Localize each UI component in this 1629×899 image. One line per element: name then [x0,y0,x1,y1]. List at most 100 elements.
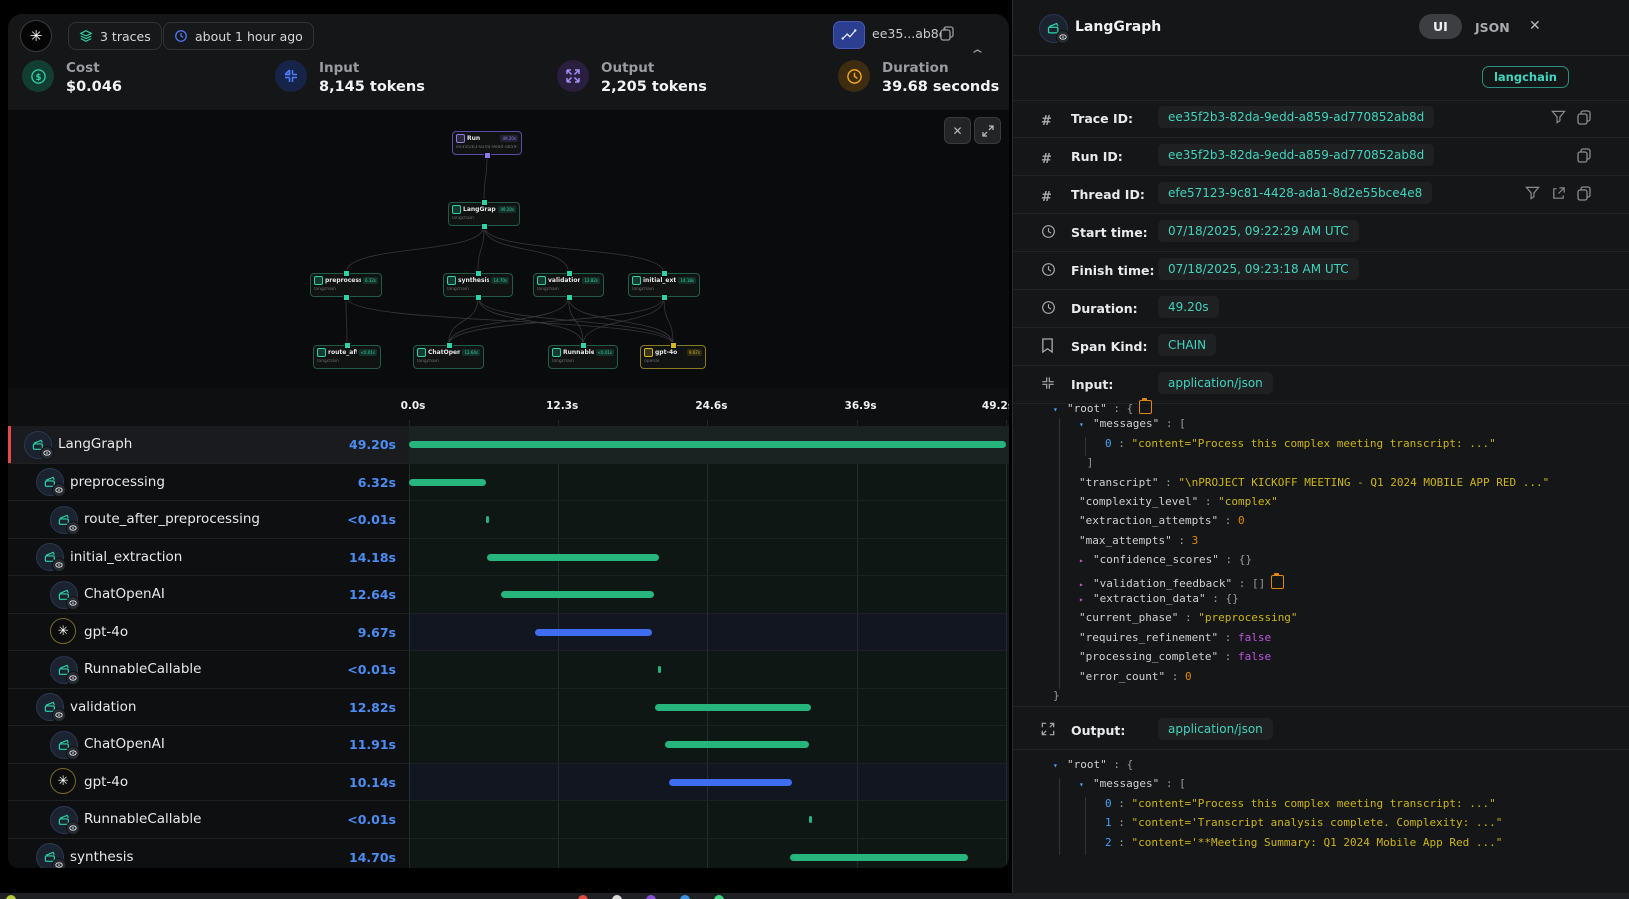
duration-bar [486,516,489,523]
taskbar-app-icon[interactable] [680,895,690,899]
node-duration-badge: 14.18s [678,277,696,284]
field-label: Thread ID: [1071,187,1145,202]
field-value[interactable]: 07/18/2025, 09:22:29 AM UTC [1158,220,1359,242]
field-row-spankind: Span Kind:CHAIN [1013,328,1629,366]
json-line: "current_phase" : "preprocessing" [1079,611,1298,624]
field-value[interactable]: application/json [1158,718,1273,740]
graph-expand-button[interactable] [974,117,1001,144]
timeline-row[interactable]: LangGraph49.20s [8,426,1009,464]
taskbar-app-icon[interactable] [578,895,588,899]
node-name: ChatOpenAI [428,349,460,356]
node-duration-badge: 9.67s [687,349,702,356]
field-value[interactable]: application/json [1158,372,1273,394]
expand-arrow-icon[interactable]: ▸ [1079,595,1093,604]
copy-icon[interactable] [1577,186,1591,201]
json-line: "requires_refinement" : false [1079,631,1271,644]
copy-icon[interactable] [1577,148,1591,163]
taskbar-app-icon[interactable] [6,895,16,899]
json-line: "processing_complete" : false [1079,650,1271,663]
row-name: preprocessing [70,474,165,490]
expand-arrow-icon[interactable]: ▸ [1079,556,1093,565]
langchain-icon [36,693,64,721]
trace-header-card: ✳ 3 traces about 1 hour ago ee35...ab8d … [8,14,1009,110]
taskbar-app-icon[interactable] [714,895,724,899]
metric-value: 39.68 seconds [882,79,999,95]
axis-tick-label: 12.3s [542,400,582,412]
clock-icon [1041,262,1056,277]
node-duration-badge: 49.20s [498,206,516,213]
timeline-row[interactable]: ✳gpt-4o9.67s [8,614,1009,652]
duration-bar [487,554,659,561]
tab-json[interactable]: JSON [1475,20,1510,35]
collapse-chevron-icon[interactable]: ⌃ [969,48,986,63]
langchain-icon [36,468,64,496]
row-name: synthesis [70,849,134,865]
langchain-icon [50,656,78,684]
row-duration: 12.64s [314,587,396,602]
json-line: ▾"root" : { [1053,758,1133,771]
timeline-row[interactable]: initial_extraction14.18s [8,539,1009,577]
timeline-row[interactable]: preprocessing 6.32s [8,464,1009,502]
field-value[interactable]: ee35f2b3-82da-9edd-a859-ad770852ab8d [1158,106,1434,128]
graph-close-button[interactable]: ✕ [944,117,971,144]
json-line: "error_count" : 0 [1079,670,1192,683]
timeline-row[interactable]: validation12.82s [8,689,1009,727]
collapse-arrow-icon[interactable]: ▾ [1079,780,1093,789]
taskbar-app-icon[interactable] [646,895,656,899]
field-value[interactable]: 49.20s [1158,296,1219,318]
row-name: gpt-4o [84,624,128,640]
timeline-row[interactable]: RunnableCallable<0.01s [8,651,1009,689]
timeline-row[interactable]: ✳gpt-4o10.14s [8,764,1009,802]
taskbar-app-icon[interactable] [612,895,622,899]
arrows-in-icon [1041,376,1055,390]
external-icon[interactable] [1551,186,1566,201]
duration-bar [665,741,809,748]
metric-card-duration: Duration39.68 seconds [838,60,999,95]
node-duration-badge: <0.01s [359,349,377,356]
json-line: "max_attempts" : 3 [1079,534,1198,547]
field-label: Finish time: [1071,263,1154,278]
node-name: validation [548,277,580,284]
collapse-arrow-icon[interactable]: ▾ [1079,420,1093,429]
langchain-icon [50,806,78,834]
copy-json-icon[interactable] [1271,575,1284,589]
field-value[interactable]: ee35f2b3-82da-9edd-a859-ad770852ab8d [1158,144,1434,166]
row-duration: 6.32s [314,475,396,490]
node-subtitle: langchain [317,359,377,364]
row-name: validation [70,699,136,715]
node-name: gpt-4o [655,349,677,356]
node-icon [552,348,561,357]
tab-ui[interactable]: UI [1419,14,1462,39]
field-value[interactable]: 07/18/2025, 09:23:18 AM UTC [1158,258,1359,280]
langchain-icon [50,731,78,759]
timeline-row[interactable]: RunnableCallable<0.01s [8,801,1009,839]
axis-tick-label: 49.2s [978,400,1009,412]
field-row-finishtime: Finish time: 07/18/2025, 09:23:18 AM UTC [1013,252,1629,290]
row-name: gpt-4o [84,774,128,790]
tree-guide [1059,778,1060,855]
copy-json-icon[interactable] [1139,400,1152,414]
field-label: Input: [1071,377,1113,392]
langchain-tag[interactable]: langchain [1482,66,1569,88]
trace-chart-button[interactable] [833,21,865,49]
os-taskbar[interactable] [0,893,1629,899]
node-subtitle: langchain [314,287,378,292]
traces-count-badge[interactable]: 3 traces [68,22,162,50]
close-panel-icon[interactable]: ✕ [1529,18,1541,34]
copy-icon[interactable] [1577,110,1591,125]
timeline-row[interactable]: ChatOpenAI11.91s [8,726,1009,764]
copy-icon[interactable] [940,26,954,41]
field-value[interactable]: efe57123-9c81-4428-ada1-8d2e55bce4e8 [1158,182,1432,204]
expand-arrow-icon[interactable]: ▸ [1079,580,1093,589]
filter-icon[interactable] [1551,110,1566,124]
row-duration: <0.01s [314,812,396,827]
collapse-arrow-icon[interactable]: ▾ [1053,405,1067,414]
timeline-row[interactable]: synthesis14.70s [8,839,1009,869]
field-row-output: Output:application/json [1013,712,1629,750]
timeline-row[interactable]: route_after_preprocessing<0.01s [8,501,1009,539]
collapse-arrow-icon[interactable]: ▾ [1053,761,1067,770]
node-handle [481,199,488,206]
timeline-row[interactable]: ChatOpenAI12.64s [8,576,1009,614]
filter-icon[interactable] [1525,186,1540,200]
field-value[interactable]: CHAIN [1158,334,1216,356]
